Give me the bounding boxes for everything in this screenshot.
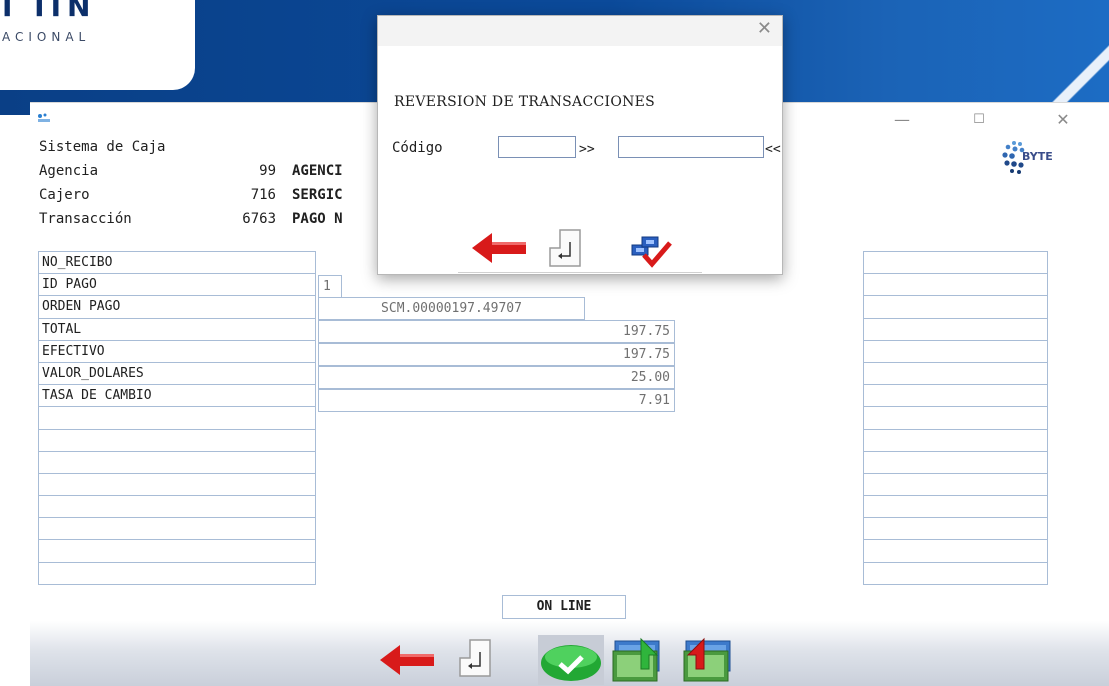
byte-logo-text: BYTE (1022, 150, 1053, 163)
minimize-button[interactable]: — (882, 108, 922, 132)
field-label: ORDEN PAGO (38, 295, 316, 319)
right-grid-row[interactable] (863, 317, 1048, 341)
right-grid (863, 251, 1048, 585)
green-check-icon[interactable] (538, 635, 604, 685)
empty-row[interactable] (38, 450, 316, 474)
enter-key-icon[interactable] (458, 638, 492, 678)
agencia-label: Agencia (39, 163, 99, 179)
bank-logo-card: I IIN ACIONAL (0, 0, 195, 90)
dialog-arrow-left-icon[interactable] (470, 231, 528, 269)
right-grid-row[interactable] (863, 561, 1048, 585)
range-separator: >> (579, 142, 595, 157)
empty-row[interactable] (38, 539, 316, 563)
bank-logo-text: ACIONAL (2, 30, 91, 44)
orden-pago-field[interactable]: SCM.00000197.49707 (318, 297, 585, 320)
transaccion-number: 6763 (242, 211, 276, 227)
range-separator-end: << (765, 142, 781, 157)
right-grid-row[interactable] (863, 361, 1048, 386)
field-label: TASA DE CAMBIO (38, 384, 316, 408)
dialog-divider (458, 272, 702, 273)
transaccion-value: PAGO N (292, 211, 343, 227)
efectivo-field[interactable]: 197.75 (318, 343, 675, 366)
byte-logo: BYTE (1000, 137, 1075, 177)
right-grid-row[interactable] (863, 517, 1048, 541)
right-grid-row[interactable] (863, 339, 1048, 363)
right-grid-row[interactable] (863, 384, 1048, 408)
system-title: Sistema de Caja (39, 139, 166, 155)
transaccion-label: Transacción (39, 211, 132, 227)
field-label: ID PAGO (38, 273, 316, 297)
right-grid-row[interactable] (863, 251, 1048, 275)
id-pago-field[interactable]: 1 (318, 275, 342, 298)
maximize-button[interactable]: ☐ (959, 108, 999, 132)
field-label: VALOR_DOLARES (38, 361, 316, 386)
valor-dolares-field[interactable]: 25.00 (318, 366, 675, 389)
code-label: Código (392, 140, 443, 156)
empty-row[interactable] (38, 517, 316, 541)
app-icon (36, 111, 52, 125)
status-indicator: ON LINE (502, 595, 626, 619)
field-label: NO_RECIBO (38, 251, 316, 275)
total-field[interactable]: 197.75 (318, 320, 675, 343)
right-grid-row[interactable] (863, 428, 1048, 452)
agencia-number: 99 (259, 163, 276, 179)
empty-row[interactable] (38, 472, 316, 497)
right-grid-row[interactable] (863, 450, 1048, 474)
cajero-label: Cajero (39, 187, 90, 203)
right-grid-row[interactable] (863, 495, 1048, 519)
field-label-grid: NO_RECIBO ID PAGO ORDEN PAGO TOTAL EFECT… (38, 251, 316, 585)
dialog-titlebar: ✕ (378, 16, 782, 46)
field-label: TOTAL (38, 317, 316, 341)
bottom-toolbar (30, 621, 1109, 686)
dialog-close-button[interactable]: ✕ (757, 18, 772, 39)
code-from-input[interactable] (498, 136, 576, 158)
bank-logo-mark: I IIN (2, 0, 97, 23)
reversal-dialog: ✕ REVERSION DE TRANSACCIONES Código >> <… (377, 15, 783, 275)
money-deposit-icon[interactable] (611, 635, 663, 683)
money-withdraw-icon[interactable] (682, 635, 734, 683)
right-grid-row[interactable] (863, 295, 1048, 319)
agencia-value: AGENCI (292, 163, 343, 179)
empty-row[interactable] (38, 561, 316, 585)
arrow-left-icon[interactable] (378, 643, 436, 677)
close-button[interactable]: ✕ (1043, 108, 1083, 132)
empty-row[interactable] (38, 495, 316, 519)
cajero-value: SERGIC (292, 187, 343, 203)
empty-row[interactable] (38, 406, 316, 430)
dialog-title: REVERSION DE TRANSACCIONES (394, 94, 656, 110)
right-grid-row[interactable] (863, 539, 1048, 563)
dialog-enter-key-icon[interactable] (548, 228, 582, 272)
code-to-input[interactable] (618, 136, 764, 158)
right-grid-row[interactable] (863, 273, 1048, 297)
right-grid-row[interactable] (863, 472, 1048, 497)
cajero-number: 716 (250, 187, 276, 203)
user-check-icon[interactable] (630, 231, 672, 269)
field-label: EFECTIVO (38, 339, 316, 363)
tasa-cambio-field[interactable]: 7.91 (318, 389, 675, 412)
empty-row[interactable] (38, 428, 316, 452)
right-grid-row[interactable] (863, 406, 1048, 430)
